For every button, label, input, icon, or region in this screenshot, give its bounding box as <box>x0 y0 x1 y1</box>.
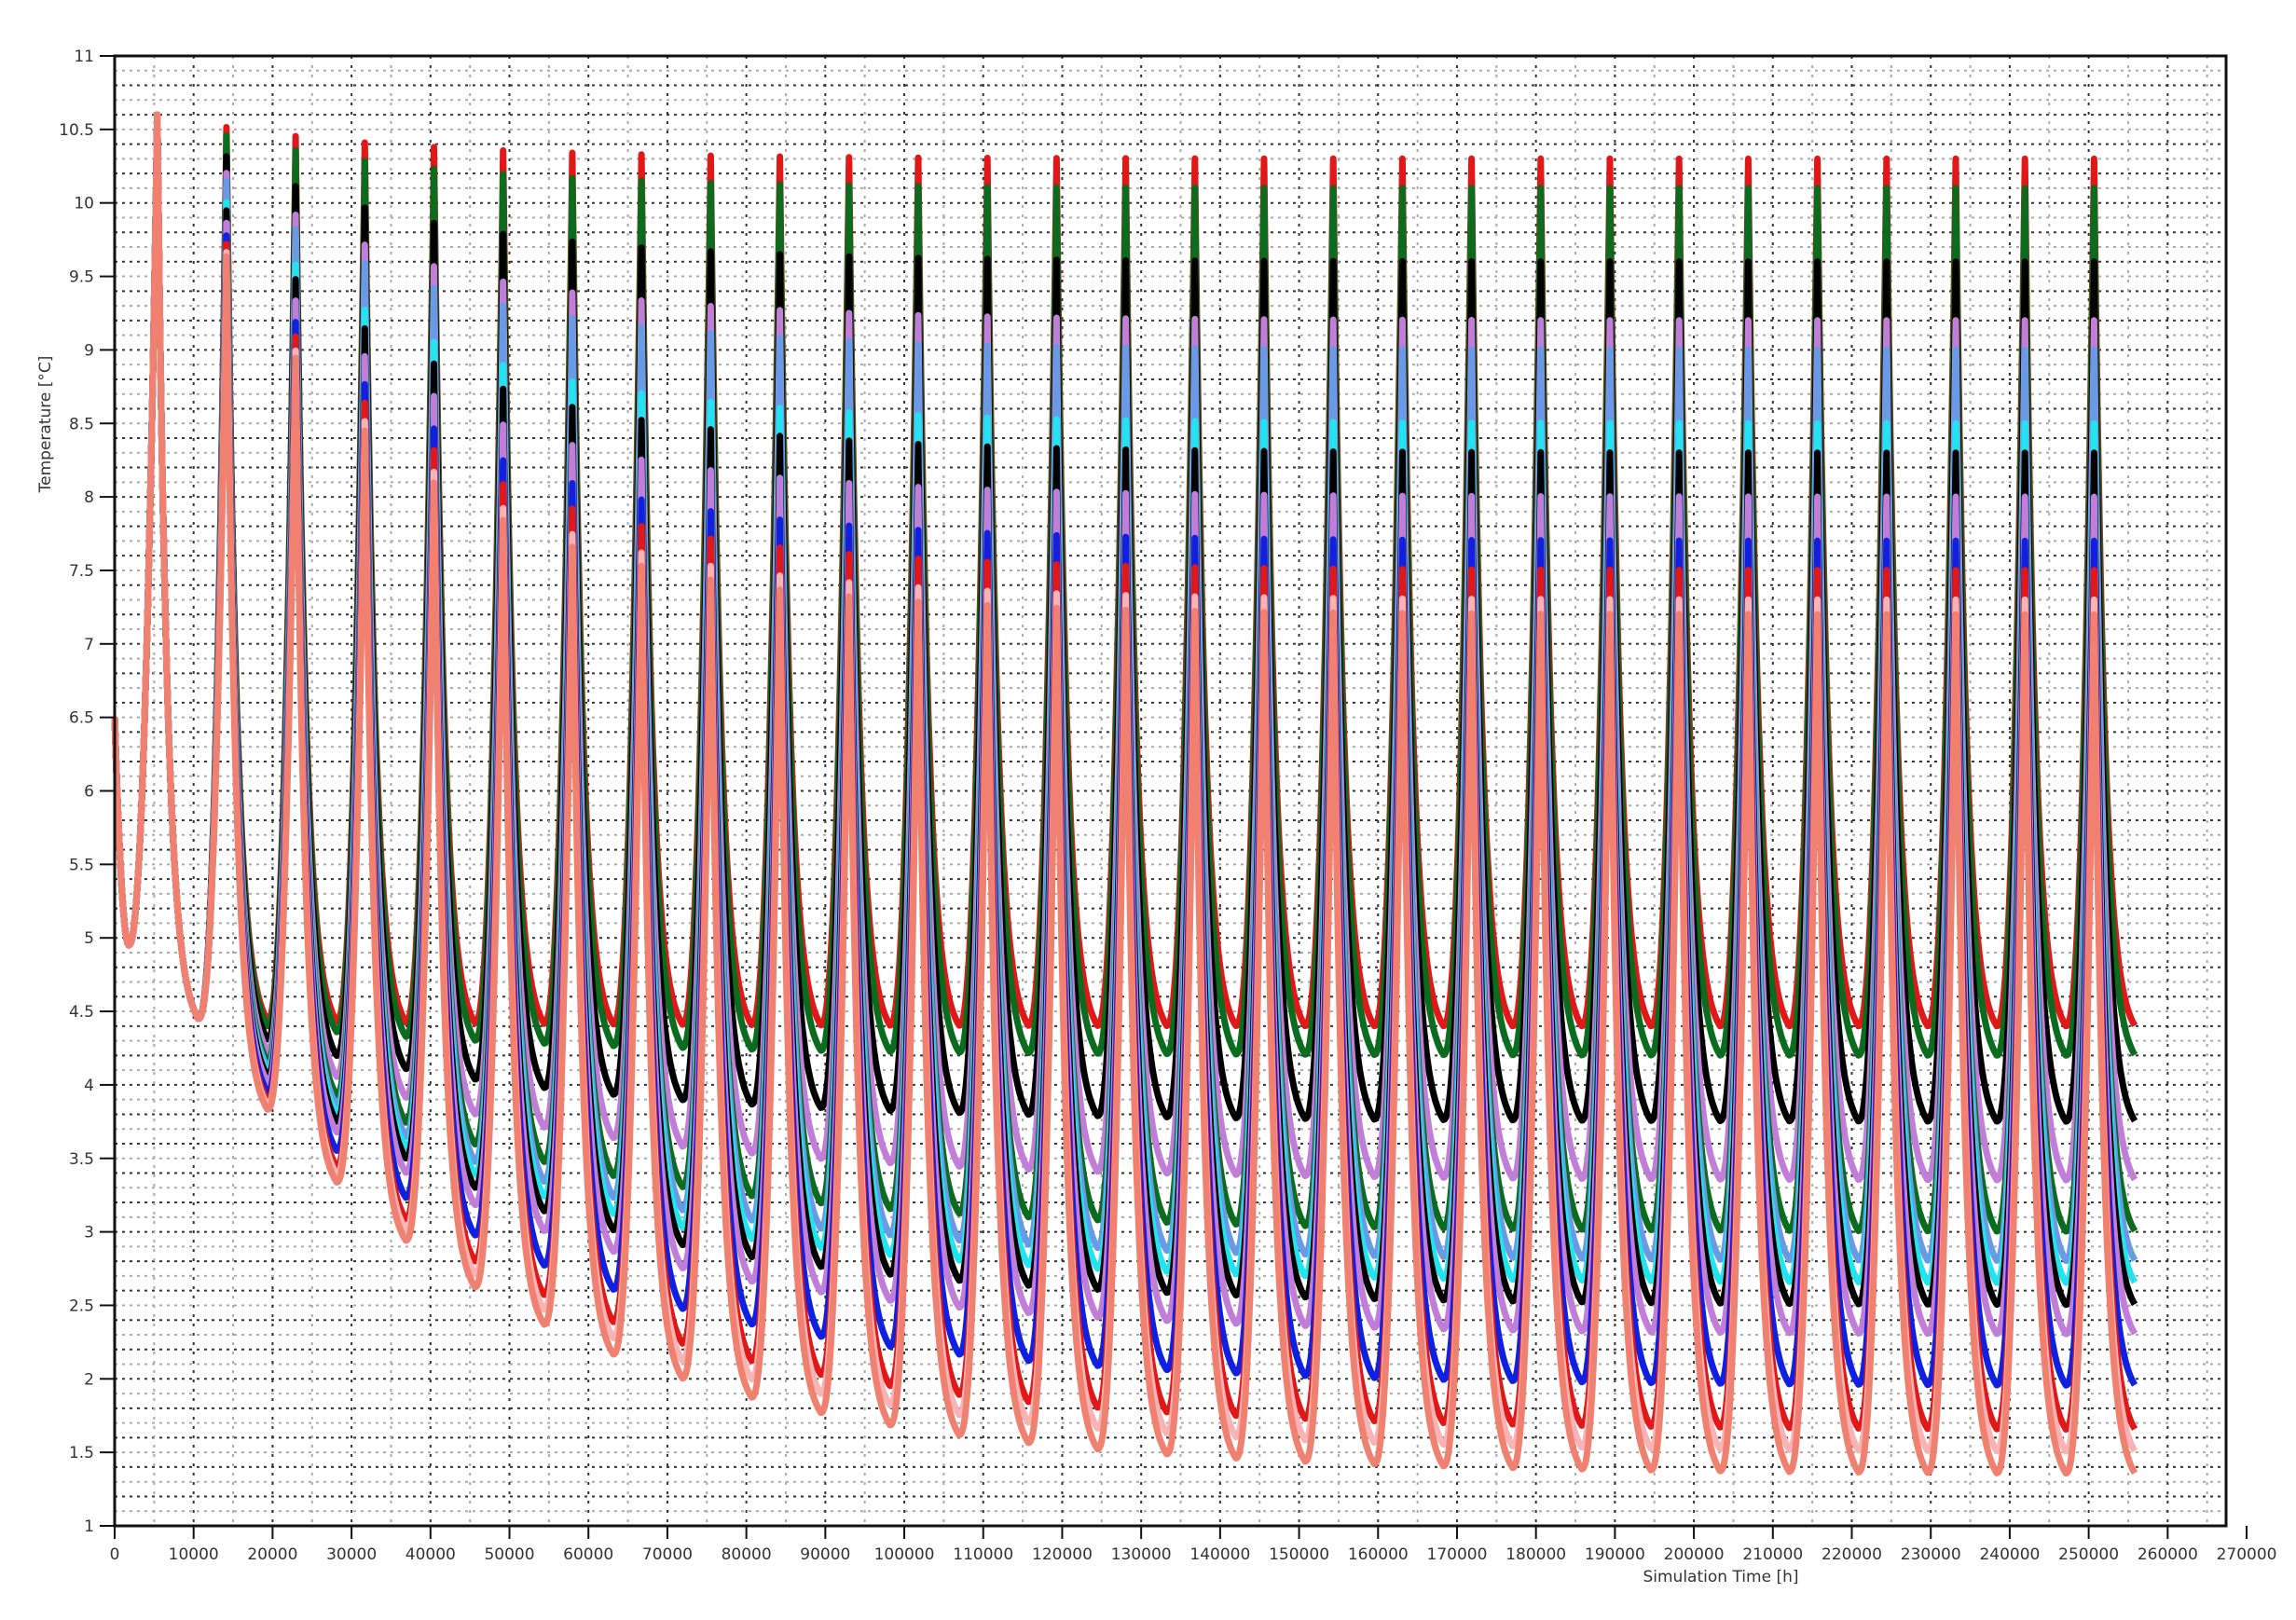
x-tick-label: 40000 <box>406 1545 456 1564</box>
x-tick-label: 250000 <box>2058 1545 2119 1564</box>
x-tick-label: 60000 <box>563 1545 613 1564</box>
y-tick-label: 3.5 <box>69 1150 94 1169</box>
x-tick-label: 120000 <box>1032 1545 1093 1564</box>
x-tick-label: 100000 <box>874 1545 935 1564</box>
temperature-chart: 0 10000 20000 30000 40000 50000 60000 70000 8000… <box>36 48 2277 1586</box>
x-tick-label: 130000 <box>1111 1545 1172 1564</box>
y-tick-label: 6 <box>84 783 94 802</box>
y-tick-label: 6.5 <box>69 709 94 728</box>
y-tick-label: 2 <box>84 1370 94 1389</box>
x-tick-label: 200000 <box>1664 1545 1725 1564</box>
y-tick-label: 1.5 <box>69 1444 94 1462</box>
y-tick-label: 11 <box>74 48 94 66</box>
x-tick-label: 0 <box>110 1545 120 1564</box>
x-tick-label: 260000 <box>2138 1545 2198 1564</box>
y-tick-label: 9 <box>84 341 94 360</box>
y-tick-label: 9.5 <box>69 268 94 287</box>
x-tick-label: 210000 <box>1742 1545 1803 1564</box>
x-tick-label: 140000 <box>1189 1545 1250 1564</box>
y-tick-label: 7 <box>84 636 94 654</box>
y-tick-label: 4 <box>84 1077 94 1095</box>
x-axis-label: Simulation Time [h] <box>1643 1568 1798 1586</box>
x-tick-label: 220000 <box>1822 1545 1882 1564</box>
x-tick-label: 170000 <box>1427 1545 1488 1564</box>
series-group <box>111 111 2138 1477</box>
y-tick-label: 4.5 <box>69 1003 94 1022</box>
y-tick-label: 10.5 <box>59 121 94 140</box>
x-tick-label: 270000 <box>2217 1545 2277 1564</box>
y-tick-label: 5 <box>84 929 94 948</box>
x-tick-label: 180000 <box>1505 1545 1566 1564</box>
x-tick-label: 240000 <box>1979 1545 2040 1564</box>
x-tick-label: 90000 <box>800 1545 850 1564</box>
x-tick-label: 10000 <box>169 1545 219 1564</box>
y-tick-label: 8.5 <box>69 415 94 433</box>
y-tick-label: 2.5 <box>69 1297 94 1315</box>
x-tick-label: 150000 <box>1269 1545 1329 1564</box>
x-tick-label: 190000 <box>1585 1545 1645 1564</box>
x-tick-label: 230000 <box>1901 1545 1961 1564</box>
x-tick-label: 50000 <box>484 1545 534 1564</box>
x-axis: 0 10000 20000 30000 40000 50000 60000 70000 8000… <box>110 1526 2277 1564</box>
x-tick-label: 110000 <box>953 1545 1013 1564</box>
y-axis: 1 1.5 2 2.5 3 3.5 4 4.5 5 5.5 6 6.5 7 7.5 8 8.5 9 9.5 10 10… <box>59 48 115 1536</box>
y-tick-label: 3 <box>84 1224 94 1242</box>
x-tick-label: 20000 <box>247 1545 297 1564</box>
y-tick-label: 7.5 <box>69 562 94 581</box>
y-tick-label: 1 <box>84 1517 94 1536</box>
y-tick-label: 5.5 <box>69 856 94 874</box>
x-tick-label: 70000 <box>642 1545 693 1564</box>
y-tick-label: 8 <box>84 488 94 507</box>
y-axis-label: Temperature [°C] <box>36 356 55 494</box>
y-tick-label: 10 <box>74 195 94 213</box>
x-tick-label: 80000 <box>722 1545 772 1564</box>
x-tick-label: 160000 <box>1348 1545 1409 1564</box>
x-tick-label: 30000 <box>326 1545 377 1564</box>
